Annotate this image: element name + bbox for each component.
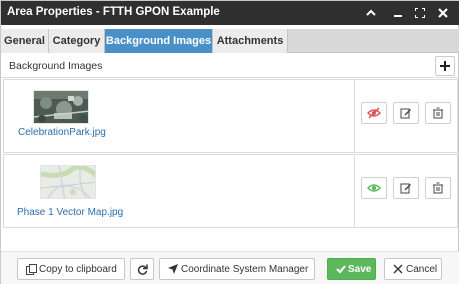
cancel-button[interactable]: Cancel — [384, 258, 442, 280]
delete-icon — [433, 107, 443, 119]
tab-background-images[interactable]: Background Images — [105, 29, 213, 53]
delete-button[interactable] — [425, 102, 451, 124]
image-row: CelebrationPark.jpg — [3, 79, 458, 153]
window-title: Area Properties - FTTH GPON Example — [7, 6, 220, 18]
toggle-visibility-button[interactable] — [361, 102, 387, 124]
close-icon[interactable] — [434, 4, 452, 22]
cancel-label: Cancel — [406, 264, 438, 275]
dialog-footer: Copy to clipboard Coordinate System Mana… — [1, 251, 459, 284]
plus-icon — [440, 61, 450, 71]
image-row: Phase 1 Vector Map.jpg — [3, 154, 458, 228]
copy-to-clipboard-button[interactable]: Copy to clipboard — [17, 258, 125, 280]
edit-icon — [400, 108, 411, 119]
copy-label: Copy to clipboard — [39, 264, 117, 275]
location-arrow-icon — [168, 264, 178, 277]
edit-button[interactable] — [393, 102, 419, 124]
refresh-button[interactable] — [130, 258, 154, 280]
coordinate-label: Coordinate System Manager — [181, 264, 309, 275]
title-bar[interactable]: Area Properties - FTTH GPON Example — [1, 1, 459, 25]
tab-general[interactable]: General — [1, 29, 49, 53]
coordinate-system-manager-button[interactable]: Coordinate System Manager — [159, 258, 315, 280]
copy-icon — [26, 264, 37, 278]
eye-icon — [367, 184, 381, 192]
edit-icon — [400, 183, 411, 194]
section-title: Background Images — [9, 60, 103, 72]
add-image-button[interactable] — [435, 56, 455, 76]
minimize-icon[interactable] — [389, 4, 407, 22]
delete-button[interactable] — [425, 177, 451, 199]
expand-icon[interactable] — [411, 4, 429, 22]
eye-slash-icon — [367, 107, 381, 119]
refresh-icon — [137, 264, 148, 278]
save-button[interactable]: Save — [327, 258, 376, 280]
image-file-link[interactable]: Phase 1 Vector Map.jpg — [17, 207, 123, 218]
image-info-cell: CelebrationPark.jpg — [4, 80, 355, 152]
toggle-visibility-button[interactable] — [361, 177, 387, 199]
tab-bar: General Category Background Images Attac… — [1, 29, 459, 53]
street-map-thumbnail[interactable] — [40, 165, 96, 199]
aerial-photo-thumbnail[interactable] — [33, 90, 89, 124]
area-properties-dialog: Area Properties - FTTH GPON Example Gene… — [0, 0, 459, 284]
edit-button[interactable] — [393, 177, 419, 199]
image-file-link[interactable]: CelebrationPark.jpg — [18, 127, 106, 138]
save-label: Save — [348, 264, 372, 275]
chevron-up-icon[interactable] — [362, 4, 380, 22]
delete-icon — [433, 182, 443, 194]
image-list: CelebrationPark.jpg Phase 1 Vector Map.j… — [3, 79, 458, 228]
section-header: Background Images — [1, 54, 459, 78]
image-info-cell: Phase 1 Vector Map.jpg — [4, 155, 355, 227]
tab-attachments[interactable]: Attachments — [213, 29, 288, 53]
times-icon — [393, 264, 403, 277]
check-icon — [336, 264, 346, 277]
tab-category[interactable]: Category — [49, 29, 105, 53]
